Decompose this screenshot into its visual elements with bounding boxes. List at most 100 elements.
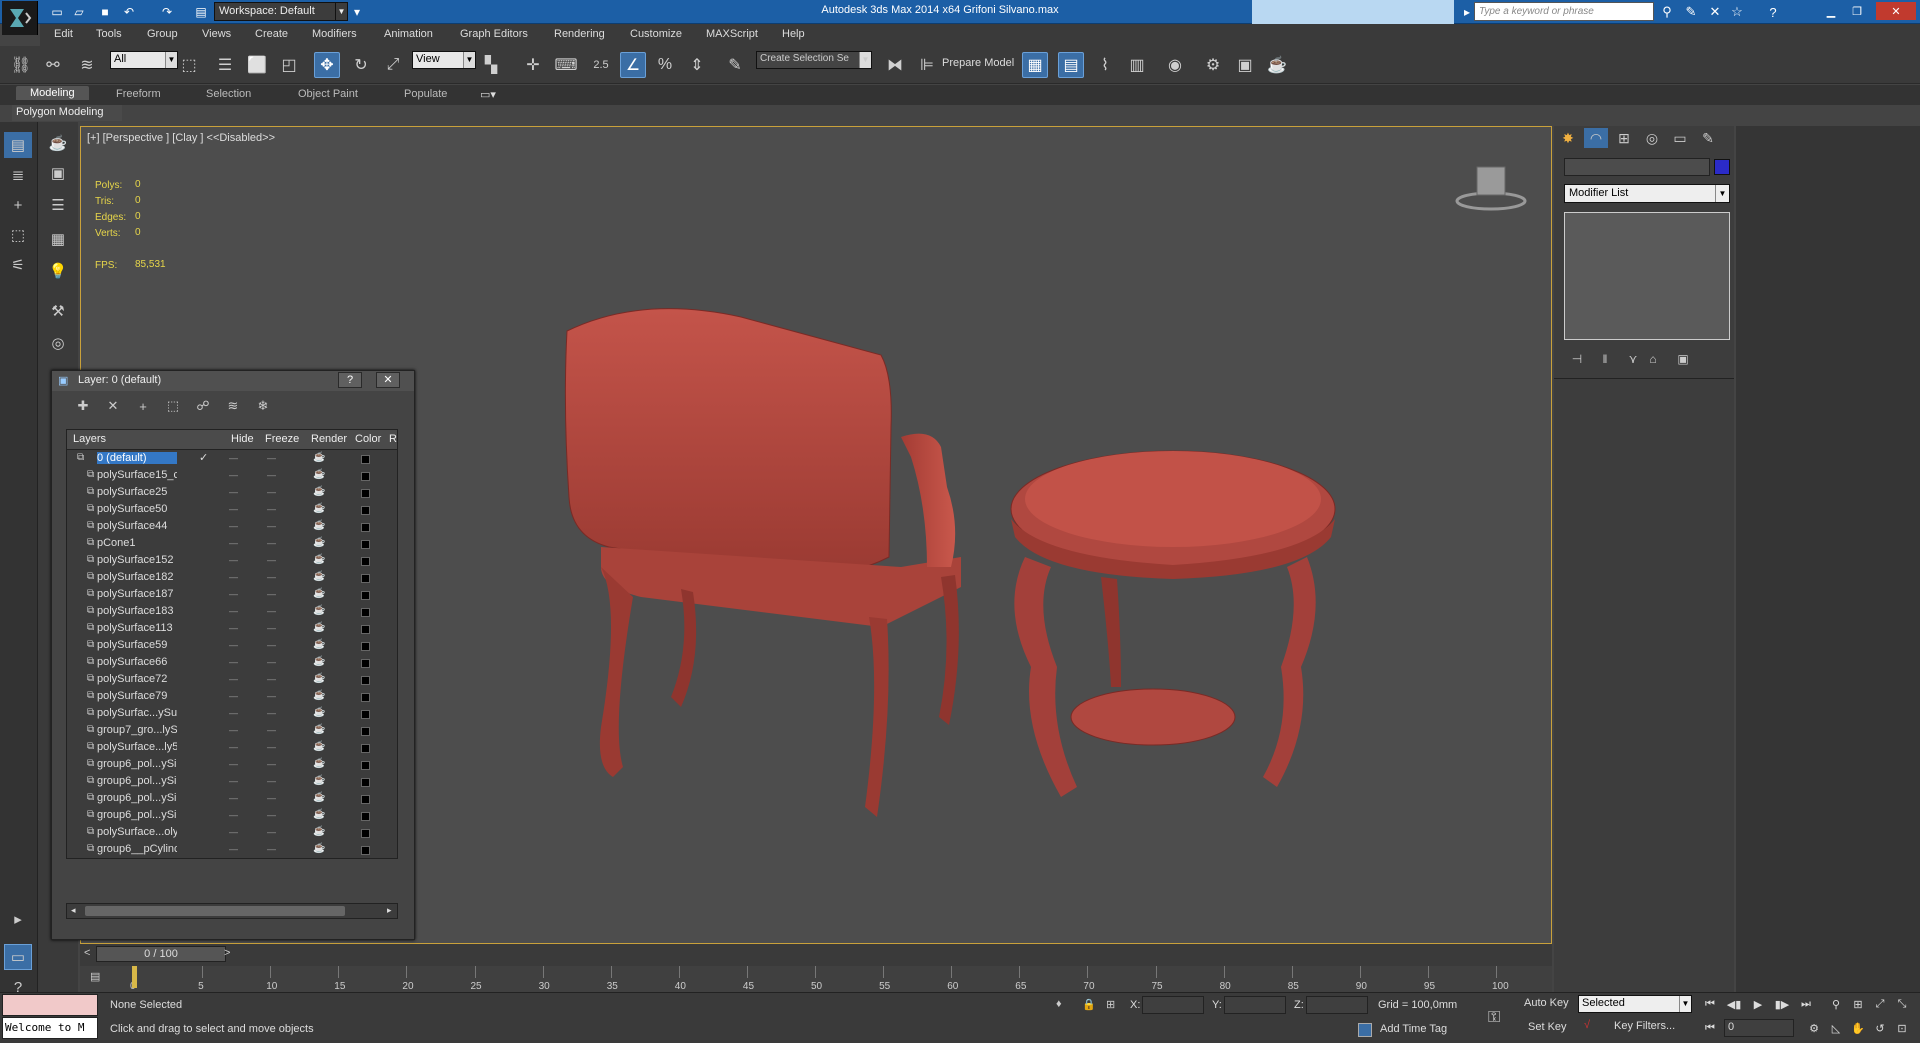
layer-row[interactable]: ⧉ polySurface152 — — ☕ <box>67 553 397 570</box>
menu-help[interactable]: Help <box>782 28 805 40</box>
previous-frame-icon[interactable]: ◀▮ <box>1724 995 1744 1013</box>
hide-toggle[interactable]: — <box>229 623 238 633</box>
object-name-field[interactable] <box>1564 158 1710 176</box>
layer-row[interactable]: ⧉ polySurface66 — — ☕ <box>67 655 397 672</box>
render-setup-icon[interactable]: ⚙ <box>1200 52 1226 78</box>
hide-toggle[interactable]: — <box>229 572 238 582</box>
freeze-toggle[interactable]: — <box>267 844 276 854</box>
layer-row[interactable]: ⧉ polySurface...ly5 — — ☕ <box>67 740 397 757</box>
maxscript-listener-input[interactable] <box>2 994 98 1016</box>
camera-icon[interactable]: ▣ <box>44 160 72 186</box>
hide-toggle[interactable]: — <box>229 793 238 803</box>
layer-color-swatch[interactable] <box>361 557 370 566</box>
percent-snap-icon[interactable]: % <box>652 52 678 78</box>
select-move-icon[interactable]: ✥ <box>314 52 340 78</box>
layer-color-swatch[interactable] <box>361 812 370 821</box>
render-toggle-icon[interactable]: ☕ <box>313 809 325 820</box>
play-icon[interactable]: ▶ <box>1748 995 1768 1013</box>
layer-name[interactable]: polySurface72 <box>97 673 177 685</box>
layers-icon[interactable]: ≣ <box>4 162 32 188</box>
remove-modifier-icon[interactable]: ⌂ <box>1642 350 1664 368</box>
current-frame-marker[interactable] <box>132 966 137 988</box>
spinner-snap-icon[interactable]: ⇕ <box>684 52 710 78</box>
favorites-star-icon[interactable]: ☆ <box>1726 3 1748 21</box>
teapot-icon[interactable]: ☕ <box>44 130 72 156</box>
hierarchy-tab-icon[interactable]: ⊞ <box>1612 128 1636 148</box>
hide-toggle[interactable]: — <box>229 827 238 837</box>
table-model[interactable] <box>1010 450 1336 797</box>
layer-color-swatch[interactable] <box>361 642 370 651</box>
toggle-layer-explorer-icon[interactable]: ▤ <box>1058 52 1084 78</box>
select-object-icon[interactable]: ⬚ <box>176 52 202 78</box>
minimize-button[interactable]: ▁ <box>1818 2 1844 20</box>
prev-frame-icon[interactable]: < <box>84 947 90 959</box>
menu-tools[interactable]: Tools <box>96 28 122 40</box>
hide-toggle[interactable]: — <box>229 810 238 820</box>
layer-color-swatch[interactable] <box>361 506 370 515</box>
workspace-dropdown[interactable]: Workspace: Default ▼ <box>214 2 348 21</box>
freeze-toggle[interactable]: — <box>267 521 276 531</box>
curve-editor-icon[interactable]: ⌇ <box>1092 52 1118 78</box>
material-editor-icon[interactable]: ◉ <box>1162 52 1188 78</box>
toggle-scene-explorer-icon[interactable]: ▦ <box>1022 52 1048 78</box>
menu-group[interactable]: Group <box>147 28 178 40</box>
render-toggle-icon[interactable]: ☕ <box>313 554 325 565</box>
rect-selection-icon[interactable]: ⬜ <box>244 52 270 78</box>
delete-layer-icon[interactable]: ✕ <box>102 396 124 416</box>
layer-name[interactable]: polySurface44 <box>97 520 177 532</box>
layer-row[interactable]: ⧉ polySurface182 — — ☕ <box>67 570 397 587</box>
new-file-icon[interactable]: ▭ <box>48 3 66 20</box>
layer-row[interactable]: ⧉ polySurface...oly — — ☕ <box>67 825 397 842</box>
hide-toggle[interactable]: — <box>229 606 238 616</box>
layer-color-swatch[interactable] <box>361 625 370 634</box>
next-frame-button-icon[interactable]: ▮▶ <box>1772 995 1792 1013</box>
set-key-button[interactable]: Set Key <box>1528 1021 1567 1033</box>
expand-arrow-icon[interactable]: ▸ <box>4 906 32 932</box>
quick-access-menu-icon[interactable]: ▾ <box>348 3 366 20</box>
track-bar[interactable]: ▤ 05101520253035404550556065707580859095… <box>80 966 1552 992</box>
key-mode-dropdown[interactable]: Selected ▼ <box>1578 995 1692 1013</box>
select-filter-icon[interactable]: ⬚ <box>4 222 32 248</box>
undo-icon[interactable]: ↶ <box>120 3 138 20</box>
lock-selection-icon[interactable]: 🔒 <box>1082 998 1096 1011</box>
z-coord-field[interactable] <box>1306 996 1368 1014</box>
freeze-toggle[interactable]: — <box>267 742 276 752</box>
tab-freeform[interactable]: Freeform <box>116 88 161 100</box>
current-layer-check-icon[interactable]: ✓ <box>199 451 208 464</box>
pan-icon[interactable]: ✋ <box>1848 1019 1868 1037</box>
layer-color-swatch[interactable] <box>361 676 370 685</box>
layer-color-swatch[interactable] <box>361 489 370 498</box>
render-toggle-icon[interactable]: ☕ <box>313 469 325 480</box>
layer-row[interactable]: ⧉ group7_gro...lyS — — ☕ <box>67 723 397 740</box>
hide-toggle[interactable]: — <box>229 504 238 514</box>
layer-name[interactable]: group7_gro...lyS <box>97 724 177 736</box>
menu-graph-editors[interactable]: Graph Editors <box>460 28 528 40</box>
layer-row[interactable]: ⧉ polySurface59 — — ☕ <box>67 638 397 655</box>
scroll-left-icon[interactable]: ◂ <box>71 905 76 916</box>
list-icon[interactable]: ☰ <box>44 192 72 218</box>
freeze-toggle[interactable]: — <box>267 606 276 616</box>
time-slider-thumb[interactable]: 0 / 100 <box>96 946 226 962</box>
mirror-icon[interactable]: ⧓ <box>882 52 908 78</box>
maxscript-output[interactable]: Welcome to M <box>2 1017 98 1039</box>
layer-dialog-title[interactable]: Layer: 0 (default) ▣ ? ✕ <box>52 371 414 391</box>
layer-row[interactable]: ⧉ polySurface50 — — ☕ <box>67 502 397 519</box>
horizontal-scrollbar[interactable]: ◂ ▸ <box>66 903 398 919</box>
time-config-icon[interactable]: ⚙ <box>1804 1019 1824 1037</box>
render-toggle-icon[interactable]: ☕ <box>313 639 325 650</box>
isolate-selection-icon[interactable]: ♦ <box>1056 998 1062 1010</box>
layer-name[interactable]: polySurface...ly5 <box>97 741 177 753</box>
zoom-extents-icon[interactable]: ⤢ <box>1870 995 1890 1013</box>
open-file-icon[interactable]: ▱ <box>70 3 88 20</box>
app-logo[interactable] <box>2 1 38 35</box>
col-r[interactable]: R <box>389 433 397 445</box>
hide-all-layers-icon[interactable]: ≋ <box>222 396 244 416</box>
menu-create[interactable]: Create <box>255 28 288 40</box>
freeze-toggle[interactable]: — <box>267 810 276 820</box>
create-tab-icon[interactable]: ✸ <box>1556 128 1580 148</box>
layer-name[interactable]: polySurface113 <box>97 622 177 634</box>
layer-color-swatch[interactable] <box>361 829 370 838</box>
freeze-toggle[interactable]: — <box>267 453 276 463</box>
dialog-close-button[interactable]: ✕ <box>376 372 400 388</box>
pin-stack-icon[interactable]: ⊣ <box>1566 350 1588 368</box>
